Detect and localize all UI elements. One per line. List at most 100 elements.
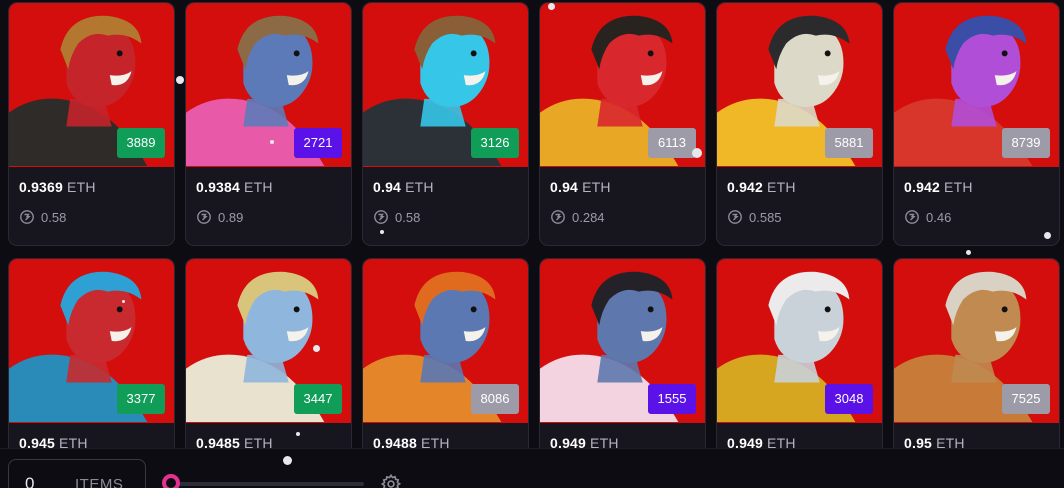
particle (313, 345, 320, 352)
card-info: 0.942 ETH 0.46 (894, 167, 1059, 225)
nft-card[interactable]: 8739 0.942 ETH 0.46 (893, 2, 1060, 246)
particle (692, 148, 702, 158)
nft-card[interactable]: 5881 0.942 ETH 0.585 (716, 2, 883, 246)
nft-artwork: 5881 (717, 3, 882, 167)
particle (122, 300, 125, 303)
reward-icon (374, 210, 388, 224)
rank-badge: 3889 (117, 128, 165, 158)
reward-value: 0.46 (926, 209, 952, 225)
nft-artwork: 3126 (363, 3, 528, 167)
particle (380, 230, 384, 234)
rank-badge: 2721 (294, 128, 342, 158)
eye (647, 306, 654, 313)
marketplace-view: 3889 0.9369 ETH 0.58 2721 0.9384 ETH 0.8… (0, 0, 1064, 488)
card-info: 0.9369 ETH 0.58 (9, 167, 174, 225)
reward-icon (20, 210, 34, 224)
price-label: 0.942 ETH (727, 179, 870, 195)
reward-row: 0.58 (373, 209, 516, 225)
nft-card[interactable]: 2721 0.9384 ETH 0.89 (185, 2, 352, 246)
reward-icon (197, 210, 211, 224)
rank-badge: 3126 (471, 128, 519, 158)
nft-artwork: 3048 (717, 259, 882, 423)
nft-artwork: 3447 (186, 259, 351, 423)
particle (1044, 232, 1051, 239)
eye (293, 306, 300, 313)
card-info: 0.9384 ETH 0.89 (186, 167, 351, 225)
price-value: 0.94 (550, 179, 579, 195)
price-unit: ETH (244, 179, 273, 195)
price-label: 0.942 ETH (904, 179, 1047, 195)
rank-badge: 7525 (1002, 384, 1050, 414)
nft-card[interactable]: 3126 0.94 ETH 0.58 (362, 2, 529, 246)
eye (470, 306, 477, 313)
eye (1001, 50, 1008, 57)
sweep-slider-handle[interactable] (162, 474, 180, 488)
rank-badge: 6113 (648, 128, 696, 158)
price-value: 0.942 (727, 179, 764, 195)
price-label: 0.94 ETH (373, 179, 516, 195)
nft-artwork: 3377 (9, 259, 174, 423)
particle (296, 432, 300, 436)
nft-artwork: 6113 (540, 3, 705, 167)
eye (470, 50, 477, 57)
gear-icon[interactable] (380, 473, 402, 488)
nft-grid: 3889 0.9369 ETH 0.58 2721 0.9384 ETH 0.8… (8, 2, 1064, 488)
reward-value: 0.89 (218, 209, 244, 225)
particle (548, 3, 555, 10)
price-value: 0.9369 (19, 179, 64, 195)
particle (966, 250, 971, 255)
reward-icon (905, 210, 919, 224)
rank-badge: 5881 (825, 128, 873, 158)
items-counter[interactable]: 0 ITEMS (8, 459, 146, 488)
price-value: 0.94 (373, 179, 402, 195)
reward-value: 0.58 (395, 209, 421, 225)
reward-row: 0.89 (196, 209, 339, 225)
sweep-slider-track[interactable] (168, 482, 364, 486)
reward-icon (728, 210, 742, 224)
particle (270, 140, 274, 144)
reward-row: 0.284 (550, 209, 693, 225)
reward-row: 0.585 (727, 209, 870, 225)
price-unit: ETH (582, 179, 611, 195)
nft-artwork: 8739 (894, 3, 1059, 167)
sweep-bar: 0 ITEMS (0, 448, 1064, 488)
price-label: 0.94 ETH (550, 179, 693, 195)
rank-badge: 8086 (471, 384, 519, 414)
nft-card[interactable]: 3889 0.9369 ETH 0.58 (8, 2, 175, 246)
eye (647, 50, 654, 57)
nft-artwork: 1555 (540, 259, 705, 423)
price-label: 0.9384 ETH (196, 179, 339, 195)
rank-badge: 3447 (294, 384, 342, 414)
eye (1001, 306, 1008, 313)
nft-artwork: 7525 (894, 259, 1059, 423)
reward-row: 0.46 (904, 209, 1047, 225)
nft-artwork: 3889 (9, 3, 174, 167)
eye (824, 50, 831, 57)
reward-value: 0.585 (749, 209, 782, 225)
nft-card[interactable]: 6113 0.94 ETH 0.284 (539, 2, 706, 246)
particle (283, 456, 292, 465)
particle (176, 76, 184, 84)
nft-artwork: 8086 (363, 259, 528, 423)
nft-artwork: 2721 (186, 3, 351, 167)
rank-badge: 8739 (1002, 128, 1050, 158)
rank-badge: 1555 (648, 384, 696, 414)
eye (824, 306, 831, 313)
price-value: 0.942 (904, 179, 941, 195)
price-unit: ETH (767, 179, 796, 195)
price-value: 0.9384 (196, 179, 241, 195)
items-count: 0 (25, 474, 35, 488)
card-info: 0.94 ETH 0.284 (540, 167, 705, 225)
card-info: 0.94 ETH 0.58 (363, 167, 528, 225)
rank-badge: 3377 (117, 384, 165, 414)
reward-value: 0.58 (41, 209, 67, 225)
reward-icon (551, 210, 565, 224)
eye (116, 306, 123, 313)
reward-row: 0.58 (19, 209, 162, 225)
card-info: 0.942 ETH 0.585 (717, 167, 882, 225)
rank-badge: 3048 (825, 384, 873, 414)
eye (116, 50, 123, 57)
eye (293, 50, 300, 57)
price-unit: ETH (405, 179, 434, 195)
items-label: ITEMS (75, 476, 124, 488)
